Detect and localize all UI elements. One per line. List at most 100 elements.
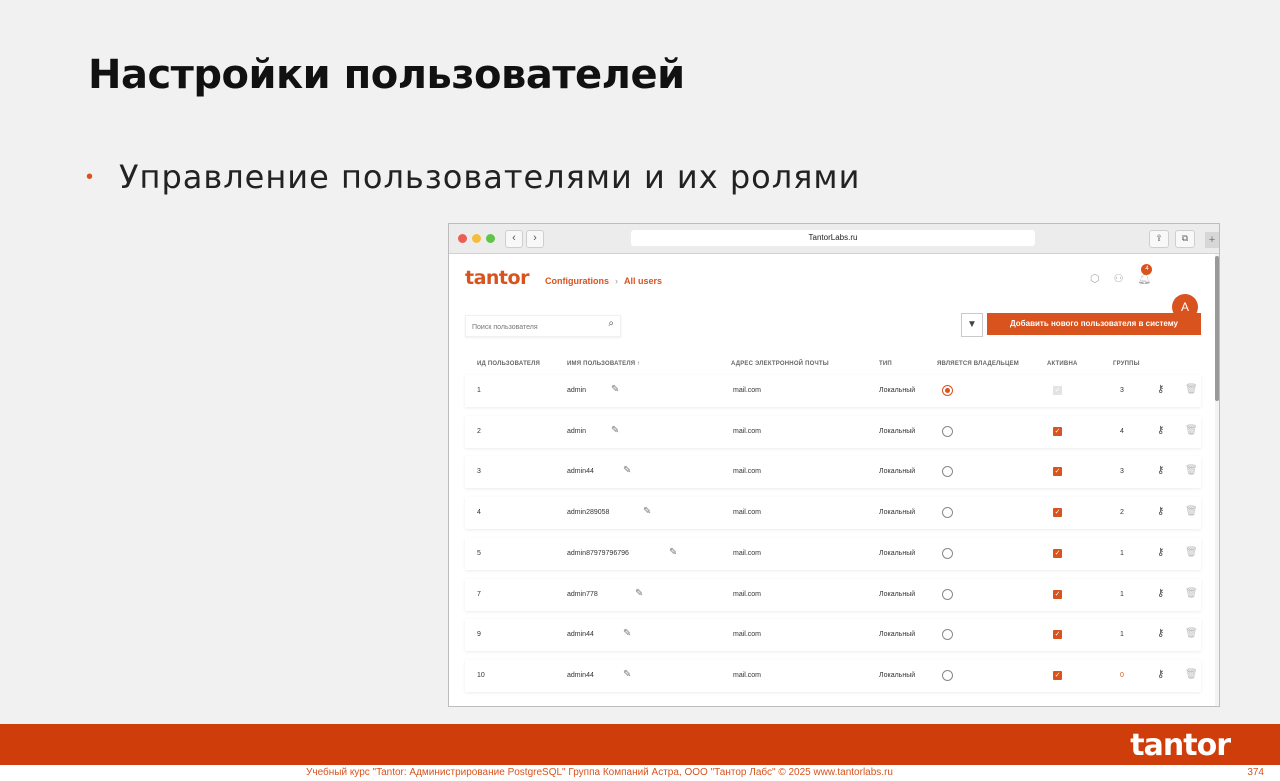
cell-id: 9 [477, 631, 481, 638]
cell-type: Локальный [879, 631, 916, 638]
bullet-dot-icon: • [86, 166, 94, 188]
table-row[interactable]: 5 admin87979796796 ✎ mail.com Локальный ✓ 1 ⚷ 🗑︎ [465, 538, 1201, 570]
edit-icon[interactable]: ✎ [635, 588, 643, 599]
column-header-id[interactable]: ИД ПОЛЬЗОВАТЕЛЯ [477, 361, 540, 367]
active-checkbox[interactable]: ✓ [1053, 386, 1062, 395]
edit-icon[interactable]: ✎ [623, 465, 631, 476]
key-icon[interactable]: ⚷ [1157, 669, 1164, 680]
table-row[interactable]: 3 admin44 ✎ mail.com Локальный ✓ 3 ⚷ 🗑︎ [465, 456, 1201, 488]
key-icon[interactable]: ⚷ [1157, 425, 1164, 436]
active-checkbox[interactable]: ✓ [1053, 467, 1062, 476]
trash-icon[interactable]: 🗑︎ [1185, 588, 1198, 599]
key-icon[interactable]: ⚷ [1157, 547, 1164, 558]
table-row[interactable]: 2 admin ✎ mail.com Локальный ✓ 4 ⚷ 🗑︎ [465, 416, 1201, 448]
key-icon[interactable]: ⚷ [1157, 384, 1164, 395]
filter-icon[interactable]: ▼ [961, 313, 983, 337]
trash-icon[interactable]: 🗑︎ [1185, 425, 1198, 436]
cell-name: admin44 [567, 468, 594, 475]
app-logo[interactable]: tantor [465, 267, 529, 289]
table-row[interactable]: 1 admin ✎ mail.com Локальный ✓ 3 ⚷ 🗑︎ [465, 375, 1201, 407]
owner-radio[interactable] [942, 548, 953, 559]
edit-icon[interactable]: ✎ [611, 425, 619, 436]
owner-radio[interactable] [942, 670, 953, 681]
tabs-icon[interactable]: ⧉ [1175, 230, 1195, 248]
owner-radio[interactable] [942, 385, 953, 396]
search-icon[interactable]: ⌕ [608, 318, 614, 329]
column-header-owner[interactable]: ЯВЛЯЕТСЯ ВЛАДЕЛЬЦЕМ [937, 361, 1019, 367]
address-bar[interactable]: TantorLabs.ru [631, 230, 1035, 246]
minimize-window-icon[interactable] [472, 234, 481, 243]
browser-toolbar: ‹ › TantorLabs.ru ⇪ ⧉ + [449, 224, 1219, 254]
owner-radio[interactable] [942, 629, 953, 640]
network-icon[interactable]: ⚇ [1114, 272, 1124, 285]
search-box: ⌕ [465, 315, 621, 337]
breadcrumb-configurations[interactable]: Configurations [545, 276, 609, 286]
column-header-active[interactable]: АКТИВНА [1047, 361, 1078, 367]
edit-icon[interactable]: ✎ [611, 384, 619, 395]
trash-icon[interactable]: 🗑︎ [1185, 506, 1198, 517]
trash-icon[interactable]: 🗑︎ [1185, 628, 1198, 639]
close-window-icon[interactable] [458, 234, 467, 243]
active-checkbox[interactable]: ✓ [1053, 549, 1062, 558]
scrollbar-thumb[interactable] [1215, 256, 1219, 401]
app-content: tantor Configurations › All users ⬡ ⚇ 🔔︎… [449, 254, 1219, 706]
cell-name: admin778 [567, 591, 598, 598]
key-icon[interactable]: ⚷ [1157, 588, 1164, 599]
breadcrumb-all-users[interactable]: All users [624, 276, 662, 286]
column-header-email[interactable]: АДРЕС ЭЛЕКТРОННОЙ ПОЧТЫ [731, 361, 829, 367]
column-header-groups[interactable]: ГРУППЫ [1113, 361, 1140, 367]
active-checkbox[interactable]: ✓ [1053, 630, 1062, 639]
table-row[interactable]: 4 admin289058 ✎ mail.com Локальный ✓ 2 ⚷ 🗑︎ [465, 497, 1201, 529]
edit-icon[interactable]: ✎ [669, 547, 677, 558]
owner-radio[interactable] [942, 589, 953, 600]
cell-id: 7 [477, 591, 481, 598]
table-row[interactable]: 7 admin778 ✎ mail.com Локальный ✓ 1 ⚷ 🗑︎ [465, 579, 1201, 611]
scrollbar[interactable] [1215, 254, 1219, 706]
trash-icon[interactable]: 🗑︎ [1185, 465, 1198, 476]
owner-radio[interactable] [942, 507, 953, 518]
cell-groups: 4 [1120, 428, 1124, 435]
search-input[interactable] [466, 318, 602, 337]
cell-type: Локальный [879, 509, 916, 516]
forward-button[interactable]: › [526, 230, 544, 248]
footer-logo: tantor [1130, 728, 1231, 763]
cell-groups: 1 [1120, 631, 1124, 638]
active-checkbox[interactable]: ✓ [1053, 671, 1062, 680]
key-icon[interactable]: ⚷ [1157, 465, 1164, 476]
trash-icon[interactable]: 🗑︎ [1185, 669, 1198, 680]
share-icon[interactable]: ⇪ [1149, 230, 1169, 248]
table-row[interactable]: 10 admin44 ✎ mail.com Локальный ✓ 0 ⚷ 🗑︎ [465, 660, 1201, 692]
edit-icon[interactable]: ✎ [643, 506, 651, 517]
cell-email: mail.com [733, 509, 762, 516]
slide-title: Настройки пользователей [88, 52, 685, 98]
maximize-window-icon[interactable] [486, 234, 495, 243]
table-row[interactable]: 9 admin44 ✎ mail.com Локальный ✓ 1 ⚷ 🗑︎ [465, 619, 1201, 651]
key-icon[interactable]: ⚷ [1157, 506, 1164, 517]
footer-band: tantor [0, 724, 1280, 765]
owner-radio[interactable] [942, 466, 953, 477]
trash-icon[interactable]: 🗑︎ [1185, 384, 1198, 395]
cell-type: Локальный [879, 672, 916, 679]
footer-course-text: Учебный курс "Tantor: Администрирование … [306, 767, 893, 778]
bell-icon[interactable]: 🔔︎ 4 [1137, 264, 1153, 285]
owner-radio[interactable] [942, 426, 953, 437]
cell-groups: 1 [1120, 591, 1124, 598]
active-checkbox[interactable]: ✓ [1053, 427, 1062, 436]
cell-email: mail.com [733, 550, 762, 557]
edit-icon[interactable]: ✎ [623, 628, 631, 639]
cell-groups: 3 [1120, 387, 1124, 394]
back-button[interactable]: ‹ [505, 230, 523, 248]
hexagon-icon[interactable]: ⬡ [1090, 272, 1100, 285]
active-checkbox[interactable]: ✓ [1053, 508, 1062, 517]
column-header-name[interactable]: ИМЯ ПОЛЬЗОВАТЕЛЯ ↑ [567, 361, 640, 367]
column-header-type[interactable]: ТИП [879, 361, 892, 367]
bullet-item: • Управление пользователями и их ролями [86, 158, 860, 196]
edit-icon[interactable]: ✎ [623, 669, 631, 680]
active-checkbox[interactable]: ✓ [1053, 590, 1062, 599]
key-icon[interactable]: ⚷ [1157, 628, 1164, 639]
new-tab-button[interactable]: + [1205, 232, 1219, 248]
cell-name: admin289058 [567, 509, 610, 516]
cell-id: 2 [477, 428, 481, 435]
trash-icon[interactable]: 🗑︎ [1185, 547, 1198, 558]
add-user-button[interactable]: Добавить нового пользователя в систему [987, 313, 1201, 335]
